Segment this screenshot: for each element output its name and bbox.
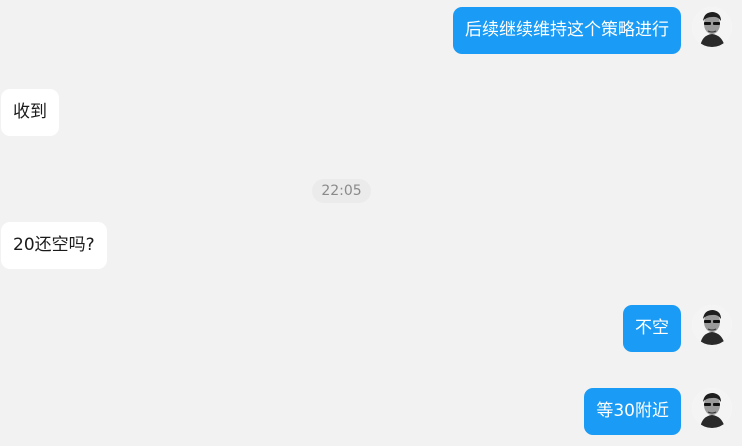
message-bubble-outgoing[interactable]: 等30附近 [584,388,681,435]
sender-avatar[interactable] [692,388,732,428]
sender-avatar[interactable] [692,305,732,345]
timestamp-pill: 22:05 [312,179,371,203]
message-bubble-outgoing[interactable]: 后续继续维持这个策略进行 [453,7,681,54]
message-bubble-incoming[interactable]: 20还空吗? [1,222,107,269]
avatar-portrait-icon [692,388,732,428]
message-bubble-outgoing[interactable]: 不空 [623,305,681,352]
message-bubble-incoming[interactable]: 收到 [1,89,59,136]
avatar-portrait-icon [692,7,732,47]
avatar-portrait-icon [692,305,732,345]
sender-avatar[interactable] [692,7,732,47]
message-row-incoming: 收到 [1,89,59,136]
message-row-outgoing: 后续继续维持这个策略进行 [453,7,732,54]
message-row-outgoing: 等30附近 [584,388,732,435]
message-row-incoming: 20还空吗? [1,222,107,269]
chat-window: 后续继续维持这个策略进行 收到 22:05 20还空吗? 不空 等30附近 [0,0,742,446]
message-row-outgoing: 不空 [623,305,732,352]
